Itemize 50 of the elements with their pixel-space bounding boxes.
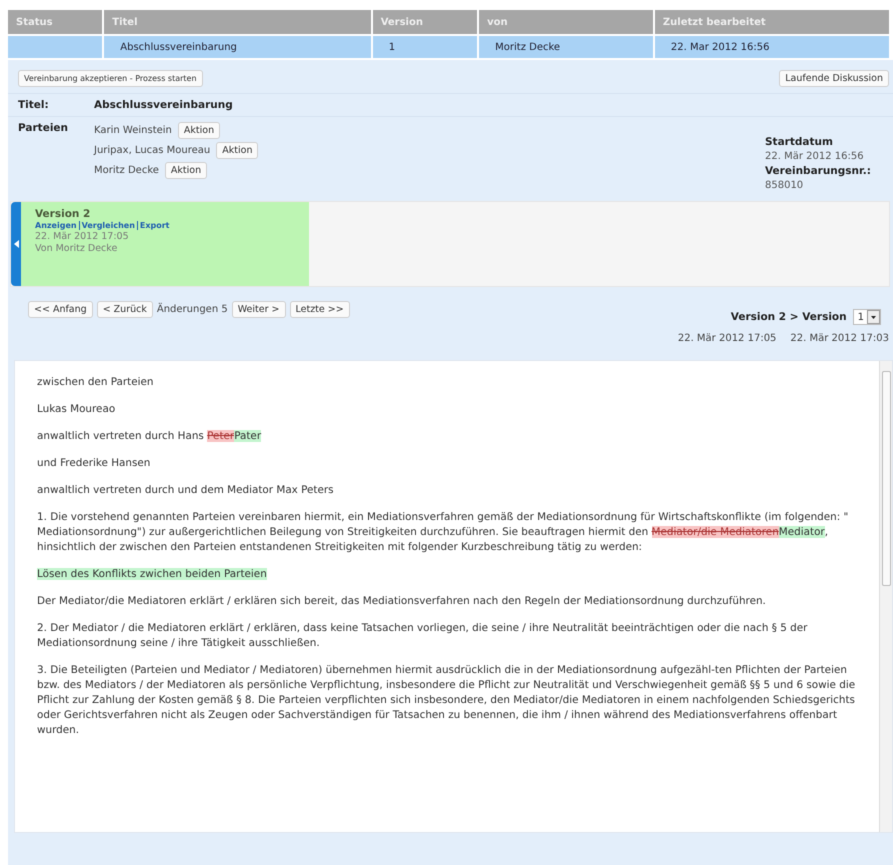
parties-label: Parteien xyxy=(18,122,70,136)
info-label: Startdatum xyxy=(765,136,834,148)
title-label: Titel: xyxy=(18,99,50,111)
action-button[interactable]: Aktion xyxy=(178,122,220,139)
table-cell[interactable]: Moritz Decke xyxy=(479,36,653,58)
document-paragraph: Lukas Moureao xyxy=(37,402,116,417)
next-button[interactable]: Weiter > xyxy=(232,300,286,318)
changes-count: Änderungen 5 xyxy=(156,304,228,314)
compare-label: Version 2 > Version xyxy=(730,311,847,323)
table-cell[interactable]: 22. Mar 2012 16:56 xyxy=(654,36,889,58)
info-value: 858010 xyxy=(765,180,804,191)
document-paragraph: Lösen des Konflikts zwichen beiden Parteien xyxy=(37,567,268,582)
compare-date: 22. Mär 2012 17:03 xyxy=(790,333,889,344)
scrollbar[interactable] xyxy=(879,361,892,832)
first-button[interactable]: << Anfang xyxy=(28,300,93,318)
document-paragraph: und Frederike Hansen xyxy=(37,456,152,471)
table-cell[interactable]: Abschlussvereinbarung xyxy=(104,36,371,58)
discussion-button[interactable]: Laufende Diskussion xyxy=(779,70,889,87)
info-label: Vereinbarungsnr.: xyxy=(765,165,872,177)
left-triangle-icon xyxy=(14,240,18,248)
document-paragraph: Der Mediator/die Mediatoren erklärt / erklären sich bereit, das Mediationsverfahren nach den Regeln der Mediationsordnung durchzuführen. xyxy=(37,594,767,609)
dropdown-icon xyxy=(867,310,880,324)
compare-date: 22. Mär 2012 17:05 xyxy=(678,333,776,344)
version-date: 22. Mär 2012 17:05 xyxy=(35,231,130,242)
party-name: Juripax, Lucas Moureau xyxy=(94,145,210,156)
action-button[interactable]: Aktion xyxy=(216,142,258,159)
version-author: Von Moritz Decke xyxy=(35,243,118,254)
document-paragraph: anwaltlich vertreten durch Hans PeterPater xyxy=(37,429,262,444)
last-button[interactable]: Letzte >> xyxy=(290,300,350,318)
document-paragraph: 3. Die Beteiligten (Parteien und Mediator / Mediatoren) übernehmen hiermit ausdrücklich die in der Mediationsordnung aufgezähl-ten Pflichten der Parteien bzw. des Mediators / der Mediatoren als persönliche Verpflichtung, insbesondere die Pflicht zur Neutralität und Verschwiegenheit gemäß §§ 5 und 6 sowie die Pflicht zur Zahlung der Kosten gemäß § 8. Die Parteien verpflichten sich insbesondere, den Mediator/die Mediatoren in einem nachfolgenden Schiedsgerichts oder Gerichtsverfahren nicht als Zeugen oder Sachverständigen für Tatsachen zu benennen, die ihm / ihnen während des Mediationsverfahrens offenbart wurden. xyxy=(37,663,856,738)
accept-button[interactable]: Vereinbarung akzeptieren - Prozess starten xyxy=(18,70,203,87)
table-cell[interactable] xyxy=(8,36,102,58)
document-paragraph: anwaltlich vertreten durch und dem Mediator Max Peters xyxy=(37,483,335,498)
document-paragraph: 1. Die vorstehend genannten Parteien vereinbaren hiermit, ein Mediationsverfahren gemäß der Mediationsordnung für Wirtschaftskonflikte (im folgenden: " Mediationsordnung") zur außergerichtlichen Beilegung von Streitigkeiten durchzuführen. Sie beauftragen hiermit den Mediator/die MediatorenMediator, hinsichtlich der zwischen den Parteien entstandenen Streitigkeiten mit folgender Kurzbeschreibung tätig zu werden: xyxy=(37,510,850,555)
table-cell[interactable]: 1 xyxy=(372,36,478,58)
version-link[interactable]: Vergleichen xyxy=(78,221,135,230)
action-button[interactable]: Aktion xyxy=(164,162,208,179)
version-card[interactable]: Version 2 Anzeigen Vergleichen Export 22. Mär 2012 17:05 Von Moritz Decke xyxy=(21,202,309,286)
previous-button[interactable]: < Zurück xyxy=(96,300,153,318)
version-link[interactable]: Anzeigen xyxy=(35,221,77,230)
party-name: Karin Weinstein xyxy=(94,125,172,136)
party-name: Moritz Decke xyxy=(94,165,159,176)
version-select[interactable]: 1 xyxy=(852,309,881,325)
version-link[interactable]: Export xyxy=(136,221,170,230)
document-paragraph: 2. Der Mediator / die Mediatoren erklärt / erklären, dass keine Tatsachen vorliegen, die seine / ihre Neutralität beeinträchtigen oder die nach § 5 der Mediationsordnung seine / ihre Tätigkeit ausschließen. xyxy=(37,621,808,651)
info-value: 22. Mär 2012 16:56 xyxy=(765,151,865,162)
previous-version-button[interactable] xyxy=(11,202,21,286)
document-paragraph: zwischen den Parteien xyxy=(37,375,154,390)
title-value: Abschlussvereinbarung xyxy=(94,99,233,111)
version-title: Version 2 xyxy=(35,208,92,220)
